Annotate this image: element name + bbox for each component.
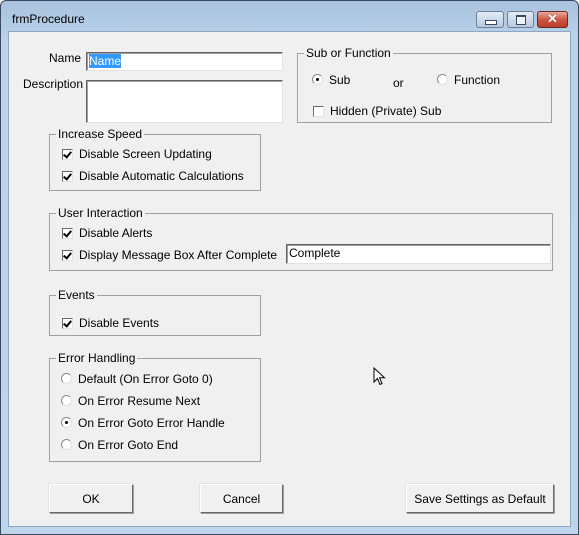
name-label: Name [49,51,82,65]
error-goto-handle-label[interactable]: On Error Goto Error Handle [78,416,225,430]
name-input-value: Name [89,54,122,68]
function-radio[interactable] [437,74,448,85]
events-title: Events [56,288,97,302]
maximize-icon[interactable] [507,11,534,28]
error-handling-group: Error Handling Default (On Error Goto 0)… [49,351,261,462]
error-goto-handle-radio[interactable] [61,417,72,428]
sub-or-function-title: Sub or Function [304,46,393,60]
disable-events-label[interactable]: Disable Events [79,316,159,330]
user-interaction-title: User Interaction [56,206,145,220]
error-goto-end-radio[interactable] [61,439,72,450]
disable-alerts-label[interactable]: Disable Alerts [79,226,152,240]
error-default-radio[interactable] [61,373,72,384]
description-input[interactable] [86,80,283,123]
description-label: Description [23,77,84,91]
close-icon[interactable]: ✕ [537,11,568,28]
disable-automatic-calculations-label[interactable]: Disable Automatic Calculations [79,169,244,183]
events-group: Events Disable Events [49,288,261,336]
error-handling-title: Error Handling [56,351,138,365]
ok-button[interactable]: OK [49,484,133,513]
error-default-label[interactable]: Default (On Error Goto 0) [78,372,213,386]
disable-events-checkbox[interactable] [62,318,73,329]
title-bar[interactable]: frmProcedure ✕ [1,1,578,31]
increase-speed-group: Increase Speed Disable Screen Updating D… [49,127,261,191]
dialog-window: frmProcedure ✕ Name Name Description Sub… [0,0,579,535]
display-message-box-label[interactable]: Display Message Box After Complete [79,248,277,262]
mouse-pointer-icon [373,367,386,386]
user-interaction-group: User Interaction Disable Alerts Display … [49,206,553,271]
error-resume-next-radio[interactable] [61,395,72,406]
save-settings-default-button[interactable]: Save Settings as Default [406,484,554,513]
form-client-area: Name Name Description Sub or Function Su… [8,31,571,527]
error-goto-end-label[interactable]: On Error Goto End [78,438,178,452]
sub-radio-label[interactable]: Sub [329,73,350,87]
hidden-private-label[interactable]: Hidden (Private) Sub [330,104,441,118]
disable-screen-updating-checkbox[interactable] [62,149,73,160]
close-glyph: ✕ [547,11,558,26]
disable-alerts-checkbox[interactable] [62,228,73,239]
sub-radio[interactable] [312,74,323,85]
disable-screen-updating-label[interactable]: Disable Screen Updating [79,147,212,161]
minimize-icon[interactable] [476,11,504,28]
message-text-input[interactable]: Complete [286,244,551,264]
or-label: or [393,76,404,90]
increase-speed-title: Increase Speed [56,127,145,141]
name-input[interactable]: Name [86,52,283,71]
function-radio-label[interactable]: Function [454,73,500,87]
display-message-box-checkbox[interactable] [62,250,73,261]
hidden-private-checkbox[interactable] [313,106,324,117]
error-resume-next-label[interactable]: On Error Resume Next [78,394,200,408]
disable-automatic-calculations-checkbox[interactable] [62,171,73,182]
sub-or-function-group: Sub or Function Sub or Function Hidden (… [297,46,552,123]
cancel-button[interactable]: Cancel [200,484,283,513]
window-title: frmProcedure [12,12,85,26]
